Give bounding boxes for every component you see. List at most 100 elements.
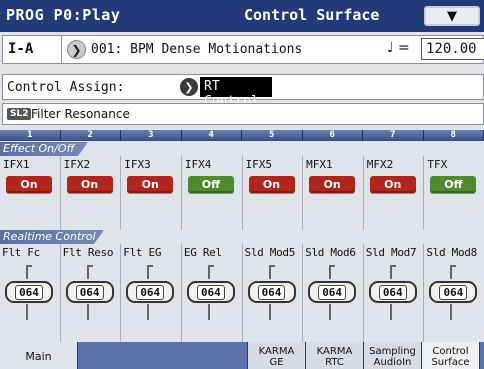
slider-function: Filter Resonance	[31, 107, 130, 121]
realtime-column: Flt Fc 064	[0, 244, 61, 342]
tab-label: RTC	[325, 356, 344, 368]
realtime-section-label: Realtime Control	[0, 230, 104, 244]
title-bar: PROG P0:Play Control Surface ▼	[0, 0, 484, 32]
column-number: 4	[181, 130, 242, 141]
slider-track	[147, 304, 150, 320]
tab-karma-rtc[interactable]: KARMA RTC	[306, 342, 364, 369]
realtime-column: Sld Mod7 064	[364, 244, 425, 342]
slider-track	[329, 304, 332, 320]
screen: PROG P0:Play Control Surface ▼ I-A ❯ 001…	[0, 0, 484, 369]
effect-toggle-button[interactable]: Off	[187, 176, 234, 193]
effect-toggle-button[interactable]: On	[6, 176, 52, 193]
realtime-grid: Flt Fc 064 Flt Reso 064 Flt EG 064 EG Re…	[0, 244, 484, 342]
mode-title: PROG P0:Play	[6, 6, 121, 24]
control-assign-row: Control Assign: ❯ RT Control	[2, 74, 484, 109]
chevron-down-icon: ▼	[447, 8, 457, 24]
tab-sampling-audio-in[interactable]: Sampling AudioIn	[364, 342, 422, 369]
column-number: 2	[60, 130, 121, 141]
slider-value: 064	[75, 284, 104, 300]
effect-column: IFX1 On	[0, 156, 61, 230]
effect-column: MFX2 On	[364, 156, 425, 230]
page-tabs: Main KARMA GE KARMA RTC Sampling AudioIn…	[0, 342, 484, 369]
slider-value: 064	[196, 284, 225, 300]
slider-track	[147, 265, 154, 279]
slider-track	[389, 265, 396, 279]
slider-track	[86, 265, 93, 279]
realtime-column: Sld Mod6 064	[303, 244, 364, 342]
slider-value: 064	[15, 284, 43, 300]
slider-knob[interactable]: 064	[126, 281, 175, 303]
column-number: 6	[302, 130, 363, 141]
effect-name: MFX2	[366, 158, 394, 171]
realtime-name: EG Rel	[183, 246, 222, 259]
slider-knob[interactable]: 064	[65, 281, 114, 303]
slider-track	[207, 265, 214, 279]
column-number: 1	[0, 130, 61, 141]
slider-value: 064	[378, 284, 407, 300]
slider-track	[268, 265, 275, 279]
slider-track	[207, 304, 210, 320]
tab-label: Sampling	[369, 345, 416, 357]
realtime-name: Sld Mod6	[305, 246, 356, 259]
column-number: 5	[242, 130, 303, 141]
effect-toggle-button[interactable]: On	[369, 176, 416, 193]
slider-track	[26, 265, 32, 279]
realtime-column: EG Rel 064	[182, 244, 243, 342]
tab-control-surface[interactable]: Control Surface	[422, 342, 480, 369]
effect-name: IFX4	[184, 158, 212, 171]
tab-label: Surface	[431, 356, 470, 368]
control-assign-value[interactable]: RT Control	[200, 77, 272, 109]
tab-label: AudioIn	[373, 356, 412, 368]
slider-track	[389, 304, 392, 320]
effect-toggle-button[interactable]: On	[127, 176, 174, 193]
effect-toggle-button[interactable]: Off	[430, 176, 477, 193]
effect-toggle-button[interactable]: On	[309, 176, 356, 193]
realtime-column: Sld Mod5 064	[243, 244, 304, 342]
page-title: Control Surface	[244, 6, 380, 24]
tab-label: KARMA	[316, 345, 353, 357]
slider-knob[interactable]: 064	[247, 281, 296, 303]
tab-karma-ge[interactable]: KARMA GE	[248, 342, 306, 369]
effect-toggle-button[interactable]: On	[248, 176, 295, 193]
effect-name: MFX1	[306, 158, 333, 171]
program-select-button[interactable]: ❯	[67, 40, 86, 59]
realtime-name: Sld Mod7	[365, 246, 417, 259]
realtime-column: Sld Mod8 064	[424, 244, 484, 342]
realtime-name: Sld Mod5	[244, 246, 296, 259]
realtime-name: Flt Fc	[2, 246, 40, 259]
tempo-field[interactable]: 120.00	[421, 38, 484, 60]
divider	[61, 36, 62, 63]
program-name[interactable]: 001: BPM Dense Motionations	[91, 42, 302, 57]
effect-toggle-button[interactable]: On	[66, 176, 113, 193]
slider-knob[interactable]: 064	[5, 281, 53, 303]
realtime-column: Flt EG 064	[121, 244, 182, 342]
slider-knob[interactable]: 064	[429, 281, 478, 303]
realtime-name: Flt Reso	[62, 246, 114, 259]
slider-knob[interactable]: 064	[186, 281, 235, 303]
tab-label: GE	[269, 356, 284, 368]
effect-column: IFX5 On	[243, 156, 304, 230]
program-select-row: I-A ❯ 001: BPM Dense Motionations ♩ = 12…	[2, 35, 484, 64]
slider-knob[interactable]: 064	[368, 281, 417, 303]
tempo-label: ♩ =	[387, 40, 410, 56]
slider-value: 064	[257, 284, 286, 300]
control-assign-popup-button[interactable]: ❯	[180, 78, 198, 96]
effect-name: IFX2	[63, 158, 91, 171]
page-menu-button[interactable]: ▼	[424, 6, 480, 26]
slider-knob[interactable]: 064	[308, 281, 357, 303]
effect-column: TFX Off	[424, 156, 484, 230]
tab-main[interactable]: Main	[0, 342, 78, 369]
slider-value: 064	[136, 284, 165, 300]
effect-name: IFX1	[3, 158, 30, 171]
program-bank[interactable]: I-A	[8, 41, 33, 57]
effect-name: IFX5	[245, 158, 273, 171]
control-assign-label: Control Assign:	[7, 80, 125, 95]
column-number: 7	[363, 130, 424, 141]
effect-name: TFX	[427, 158, 448, 171]
column-number-strip: 1 2 3 4 5 6 7 8	[0, 130, 484, 141]
effect-grid: IFX1 On IFX2 On IFX3 On IFX4 Off IFX5 On…	[0, 156, 484, 230]
slider-track	[329, 265, 336, 279]
column-number: 3	[121, 130, 182, 141]
slider-info-row: SL2 Filter Resonance	[2, 103, 484, 125]
slider-tag: SL2	[7, 108, 32, 120]
